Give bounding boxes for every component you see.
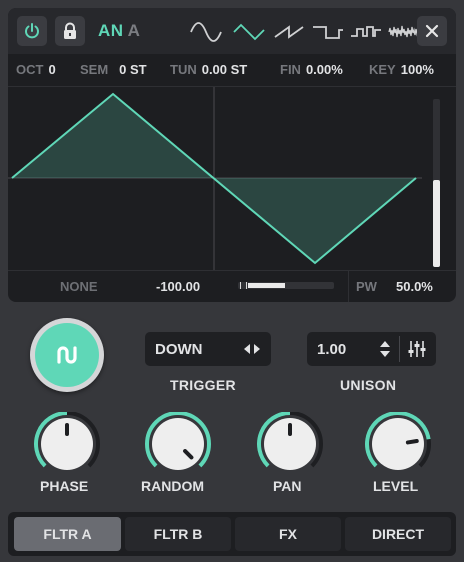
knob-face <box>372 418 424 470</box>
lock-icon <box>64 22 76 39</box>
knob-indicator <box>405 439 419 445</box>
up-down-stepper-icon[interactable] <box>379 340 391 358</box>
lock-button[interactable] <box>55 16 85 46</box>
trigger-label: TRIGGER <box>170 377 236 393</box>
noise-wave-icon[interactable] <box>387 21 421 43</box>
triangle-wave-icon[interactable] <box>232 21 266 43</box>
key-track-value: 100% <box>400 62 434 77</box>
tab-fx[interactable]: FX <box>235 517 341 551</box>
mod-amount-value[interactable]: -100.00 <box>156 279 200 294</box>
unison-label: UNISON <box>340 377 397 393</box>
oscillator-slot-label: A <box>127 21 141 40</box>
waveform-display[interactable] <box>8 86 456 271</box>
unison-settings-icon[interactable] <box>407 340 427 358</box>
tune-param[interactable]: TUN 0.00 ST <box>170 62 247 77</box>
level-label: LEVEL <box>373 478 419 494</box>
fine-label: FIN <box>280 62 301 77</box>
section-tabs: FLTR A FLTR B FX DIRECT <box>8 512 456 556</box>
close-icon <box>425 24 439 38</box>
waveform-scope <box>8 87 422 270</box>
square-wave-icon[interactable] <box>311 21 345 43</box>
pan-knob[interactable] <box>255 411 325 476</box>
trigger-value: DOWN <box>155 341 203 358</box>
fine-param[interactable]: FIN 0.00% <box>280 62 343 77</box>
footer-divider <box>348 270 349 302</box>
tune-label: TUN <box>170 62 197 77</box>
tab-fx-label: FX <box>279 526 297 542</box>
oscillator-enable-button[interactable] <box>30 318 104 392</box>
waveform-footer: NONE -100.00 PW 50.0% <box>8 270 456 302</box>
phase-knob-graphic <box>34 411 100 470</box>
pulse-width-label: PW <box>356 279 377 294</box>
slider-grip <box>240 282 247 289</box>
power-button[interactable] <box>17 16 47 46</box>
pan-knob-graphic <box>257 411 323 470</box>
octave-value: 0 <box>48 62 56 77</box>
pan-label: PAN <box>273 478 302 494</box>
tab-fltr-a-label: FLTR A <box>43 526 92 542</box>
phase-knob[interactable] <box>32 411 102 476</box>
tab-fltr-b[interactable]: FLTR B <box>125 517 231 551</box>
tab-fltr-a[interactable]: FLTR A <box>14 517 121 551</box>
slider-fill <box>248 283 285 288</box>
wave-logo-icon <box>57 346 77 364</box>
random-knob-graphic <box>145 411 211 470</box>
octave-label: OCT <box>16 62 44 77</box>
level-knob[interactable] <box>363 411 433 476</box>
oscillator-type-label: AN <box>98 21 124 40</box>
enable-button-face <box>35 323 99 387</box>
sine-wave-icon[interactable] <box>189 21 223 43</box>
left-right-arrows-icon[interactable] <box>243 343 261 355</box>
mod-amount-slider[interactable] <box>238 282 334 289</box>
tune-value: 0.00 ST <box>201 62 248 77</box>
tuning-params-row: OCT 0 SEM 0 ST TUN 0.00 ST FIN 0.00% KEY 100% <box>8 54 456 84</box>
unison-control[interactable]: 1.00 <box>307 332 436 366</box>
tab-direct[interactable]: DIRECT <box>345 517 451 551</box>
pulse-width-value[interactable]: 50.0% <box>396 279 433 294</box>
phase-label: PHASE <box>40 478 89 494</box>
semitone-param[interactable]: SEM 0 ST <box>80 62 147 77</box>
oscillator-header: AN A <box>8 8 456 54</box>
mod-source-label[interactable]: NONE <box>60 279 98 294</box>
key-track-param[interactable]: KEY 100% <box>369 62 434 77</box>
semitone-value: 0 ST <box>119 62 147 77</box>
saw-wave-icon[interactable] <box>273 21 305 43</box>
level-meter-fill <box>433 179 440 267</box>
octave-param[interactable]: OCT 0 <box>16 62 56 77</box>
pulse-wave-icon[interactable] <box>349 21 383 43</box>
tab-direct-label: DIRECT <box>371 526 425 542</box>
unison-divider <box>399 336 400 362</box>
random-knob[interactable] <box>143 411 213 476</box>
level-knob-graphic <box>365 411 431 470</box>
oscillator-panel: AN A OCT 0 SEM 0 ST TUN 0.00 ST FIN 0.00… <box>8 8 456 302</box>
unison-value: 1.00 <box>317 341 347 358</box>
power-icon <box>25 23 39 39</box>
knob-face <box>152 418 204 470</box>
fine-value: 0.00% <box>305 62 343 77</box>
random-label: RANDOM <box>141 478 204 494</box>
oscillator-name[interactable]: AN A <box>98 21 140 41</box>
semitone-label: SEM <box>80 62 109 77</box>
key-track-label: KEY <box>369 62 396 77</box>
output-level-meter <box>433 99 440 267</box>
close-button[interactable] <box>417 16 447 46</box>
trigger-select[interactable]: DOWN <box>145 332 271 366</box>
tab-fltr-b-label: FLTR B <box>153 526 203 542</box>
